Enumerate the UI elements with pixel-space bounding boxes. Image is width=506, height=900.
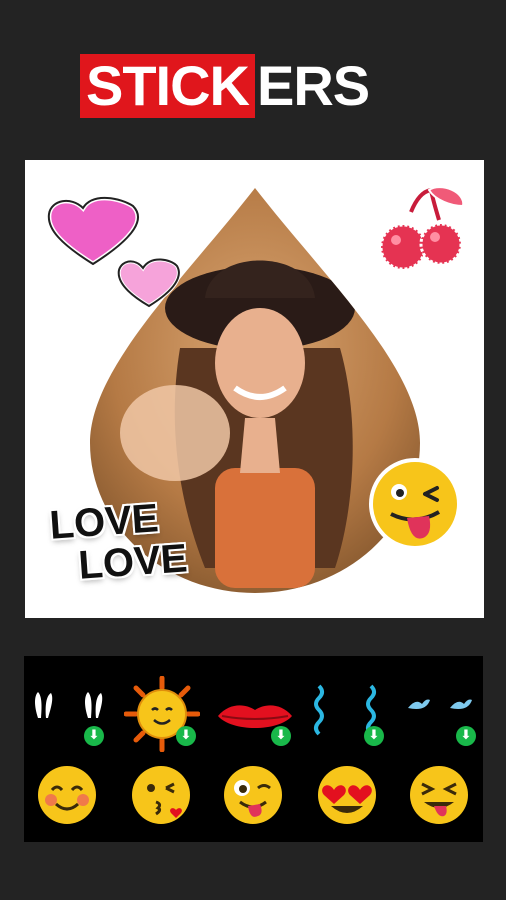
winking-tongue-emoji[interactable] [222,764,284,826]
download-icon[interactable]: ⬇ [271,726,291,746]
sticker-tray: ⬇ ⬇ ⬇ ⬇ ⬇ [24,656,483,842]
download-icon[interactable]: ⬇ [176,726,196,746]
title-white-part: ERS [257,54,370,117]
kissing-emoji[interactable] [130,764,192,826]
heart-eyes-emoji[interactable] [314,760,380,826]
smiling-blush-emoji[interactable] [36,764,98,826]
squinting-tongue-emoji[interactable] [408,764,470,826]
sticker-row-1: ⬇ ⬇ ⬇ ⬇ ⬇ [24,676,483,752]
small-heart-sticker[interactable] [113,256,185,311]
wave-line-sticker[interactable] [312,684,326,736]
download-icon[interactable]: ⬇ [456,726,476,746]
tongue-emoji-sticker[interactable] [367,456,463,552]
bird-sticker-variant[interactable] [448,694,474,714]
love-text-sticker[interactable]: LOVE LOVE [48,495,189,588]
cherries-sticker[interactable] [371,182,471,277]
sticker-row-2 [24,760,483,830]
photo-canvas[interactable]: LOVE LOVE [25,160,484,618]
page-title: STICK ERS [80,54,370,118]
bunny-ears-sticker[interactable] [32,690,54,720]
bunny-ears-sticker-variant[interactable] [82,690,104,720]
bird-sticker[interactable] [406,694,432,714]
download-icon[interactable]: ⬇ [364,726,384,746]
title-red-part: STICK [80,54,255,118]
download-icon[interactable]: ⬇ [84,726,104,746]
